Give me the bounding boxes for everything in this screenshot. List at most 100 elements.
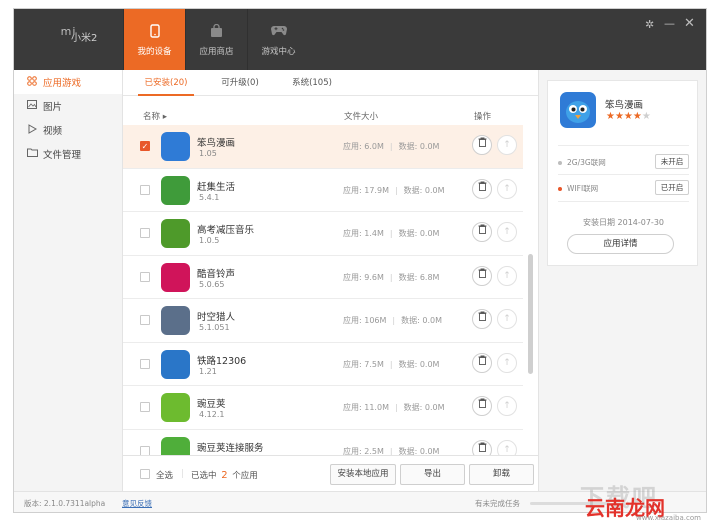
play-icon bbox=[25, 123, 39, 137]
trash-icon[interactable] bbox=[472, 439, 492, 455]
divider bbox=[558, 145, 689, 146]
table-row[interactable]: ✓ 笨鸟漫画 1.05 应用: 6.0M | 数据: 0.0M ↑ bbox=[123, 125, 523, 169]
export-button[interactable]: 导出 bbox=[400, 464, 465, 485]
scrollbar[interactable] bbox=[528, 134, 534, 454]
row-checkbox[interactable] bbox=[140, 445, 150, 455]
watermark-logo: www.xiazaiba.com bbox=[636, 514, 701, 522]
upgrade-arrow-icon[interactable]: ↑ bbox=[497, 178, 517, 199]
data-size: 0.0M bbox=[422, 316, 442, 325]
app-name: 高考减压音乐 bbox=[197, 225, 255, 236]
table-row[interactable]: 时空猎人 5.1.051 应用: 106M | 数据: 0.0M ↑ bbox=[123, 299, 523, 343]
app-icon bbox=[161, 175, 190, 205]
data-size: 0.0M bbox=[419, 229, 440, 238]
uninstall-button[interactable]: 卸载 bbox=[469, 464, 534, 485]
feedback-link[interactable]: 意见反馈 bbox=[122, 498, 152, 509]
network-wifi-toggle-button[interactable]: 已开启 bbox=[655, 180, 689, 195]
app-detail-icon bbox=[560, 92, 596, 128]
minimize-icon[interactable]: — bbox=[664, 17, 675, 30]
network-2g3g-toggle-button[interactable]: 未开启 bbox=[655, 154, 689, 169]
apps-grid-icon bbox=[25, 75, 39, 89]
app-version: 5.4.1 bbox=[199, 192, 220, 202]
bottom-action-bar: 全选 | 已选中 2 个应用 安装本地应用 导出 卸载 bbox=[123, 455, 538, 491]
app-icon bbox=[161, 436, 190, 455]
row-checkbox[interactable] bbox=[140, 402, 150, 412]
install-date: 安装日期 2014-07-30 bbox=[582, 218, 665, 227]
sidebar-item-label: 应用游戏 bbox=[43, 78, 82, 89]
table-row[interactable]: 高考减压音乐 1.0.5 应用: 1.4M | 数据: 0.0M ↑ bbox=[123, 212, 523, 256]
sidebar-item-pictures[interactable]: 图片 bbox=[14, 94, 122, 118]
app-size-info: 应用: 2.5M | 数据: 0.0M bbox=[343, 446, 440, 456]
row-checkbox[interactable] bbox=[140, 271, 150, 282]
settings-icon[interactable]: ✲ bbox=[645, 18, 654, 31]
tab-system[interactable]: 系统(105) bbox=[286, 70, 338, 96]
install-local-app-button[interactable]: 安装本地应用 bbox=[330, 464, 396, 485]
app-icon bbox=[161, 132, 190, 161]
app-details-button[interactable]: 应用详情 bbox=[567, 234, 674, 254]
table-row[interactable]: 酷音铃声 5.0.65 应用: 9.6M | 数据: 6.8M ↑ bbox=[123, 256, 523, 299]
divider bbox=[558, 201, 689, 202]
image-icon bbox=[25, 100, 39, 112]
upgrade-arrow-icon[interactable]: ↑ bbox=[497, 265, 517, 286]
trash-icon[interactable] bbox=[472, 352, 492, 373]
upgrade-arrow-icon[interactable]: ↑ bbox=[497, 222, 517, 242]
column-header-name[interactable]: 名称 ▸ bbox=[143, 110, 167, 122]
app-size-info: 应用: 17.9M | 数据: 0.0M bbox=[343, 185, 445, 195]
nav-tab-app-store[interactable]: 应用商店 bbox=[185, 9, 247, 70]
sidebar: 应用游戏 图片 视频 文件管理 bbox=[14, 70, 123, 491]
table-row[interactable]: 铁路12306 1.21 应用: 7.5M | 数据: 0.0M ↑ bbox=[123, 343, 523, 386]
app-version: 1.0.5 bbox=[199, 236, 220, 245]
sidebar-item-apps[interactable]: 应用游戏 bbox=[14, 70, 122, 94]
main-panel: 已安装(20) 可升级(0) 系统(105) 名称 ▸ 文件大小 操作 ✓ 笨鸟漫… bbox=[123, 70, 538, 491]
trash-icon[interactable] bbox=[472, 396, 492, 416]
pending-tasks-text[interactable]: 有未完成任务 bbox=[475, 498, 520, 509]
scrollbar-thumb[interactable] bbox=[528, 254, 533, 374]
device-panel[interactable]: mi 小米2 bbox=[14, 9, 123, 70]
row-checkbox[interactable]: ✓ bbox=[140, 141, 150, 151]
top-bar: mi 小米2 我的设备 应用商店 游戏中心 ✲ — ✕ bbox=[14, 9, 706, 70]
upgrade-arrow-icon[interactable]: ↑ bbox=[497, 135, 517, 155]
data-size: 0.0M bbox=[424, 185, 445, 195]
nav-tab-game-center[interactable]: 游戏中心 bbox=[247, 9, 309, 70]
nav-tab-my-device[interactable]: 我的设备 bbox=[123, 9, 185, 70]
row-checkbox[interactable] bbox=[140, 184, 150, 195]
divider: | bbox=[181, 469, 184, 479]
sidebar-item-file-manager[interactable]: 文件管理 bbox=[14, 142, 122, 166]
table-row[interactable]: 赶集生活 5.4.1 应用: 17.9M | 数据: 0.0M ↑ bbox=[123, 169, 523, 212]
trash-icon[interactable] bbox=[472, 178, 492, 199]
upgrade-arrow-icon[interactable]: ↑ bbox=[497, 439, 517, 455]
upgrade-arrow-icon[interactable]: ↑ bbox=[497, 396, 517, 416]
app-name: 豌豆荚 bbox=[197, 399, 226, 410]
upgrade-arrow-icon[interactable]: ↑ bbox=[497, 309, 517, 329]
select-all-checkbox[interactable] bbox=[140, 469, 150, 479]
trash-icon[interactable] bbox=[472, 135, 492, 155]
app-size-info: 应用: 1.4M | 数据: 0.0M bbox=[343, 229, 440, 238]
trash-icon[interactable] bbox=[472, 222, 492, 242]
row-checkbox[interactable] bbox=[140, 228, 150, 238]
selected-count-text: 已选中 2 个应用 bbox=[191, 470, 258, 481]
data-size: 0.0M bbox=[419, 359, 440, 369]
sidebar-item-label: 图片 bbox=[43, 102, 63, 113]
row-checkbox[interactable] bbox=[140, 358, 150, 369]
data-size: 0.0M bbox=[419, 446, 440, 456]
tab-upgradable[interactable]: 可升级(0) bbox=[214, 70, 266, 96]
sidebar-item-videos[interactable]: 视频 bbox=[14, 118, 122, 142]
row-checkbox[interactable] bbox=[140, 315, 150, 325]
app-size: 11.0M bbox=[364, 403, 389, 412]
trash-icon[interactable] bbox=[472, 265, 492, 286]
app-name: 时空猎人 bbox=[197, 312, 236, 323]
upgrade-arrow-icon[interactable]: ↑ bbox=[497, 352, 517, 373]
close-icon[interactable]: ✕ bbox=[684, 16, 695, 31]
app-icon bbox=[161, 393, 190, 422]
sidebar-item-label: 文件管理 bbox=[43, 150, 82, 161]
app-size: 6.0M bbox=[364, 142, 384, 151]
app-size: 2.5M bbox=[364, 446, 384, 456]
app-version: 5.1.051 bbox=[199, 323, 230, 332]
app-size: 9.6M bbox=[364, 272, 384, 282]
app-detail-name: 笨鸟漫画 bbox=[605, 100, 644, 111]
nav-tab-label: 应用商店 bbox=[199, 47, 234, 57]
table-row[interactable]: 豌豆荚连接服务 应用: 2.5M | 数据: 0.0M ↑ bbox=[123, 430, 523, 456]
app-size: 106M bbox=[364, 316, 387, 325]
tab-installed[interactable]: 已安装(20) bbox=[138, 70, 194, 96]
table-row[interactable]: 豌豆荚 4.12.1 应用: 11.0M | 数据: 0.0M ↑ bbox=[123, 386, 523, 430]
trash-icon[interactable] bbox=[472, 309, 492, 329]
